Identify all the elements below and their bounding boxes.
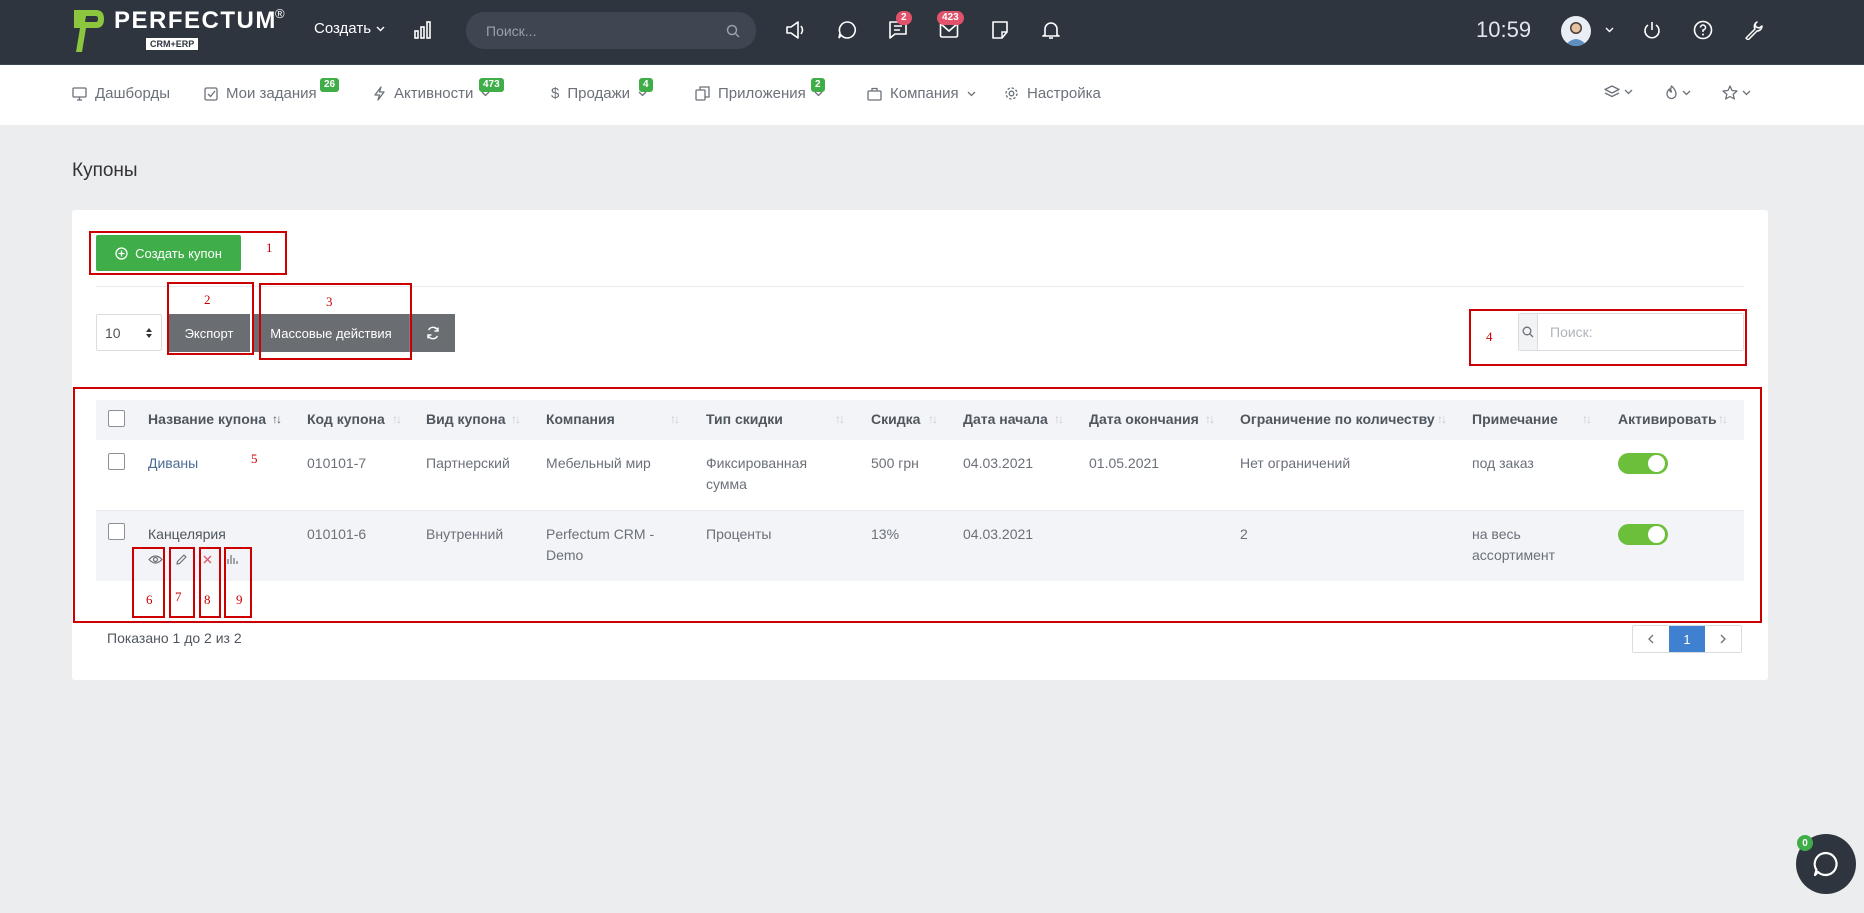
prev-page-button[interactable] <box>1633 626 1669 652</box>
refresh-button[interactable] <box>409 314 455 352</box>
nav-item-label: Дашборды <box>95 85 170 102</box>
next-page-button[interactable] <box>1705 626 1741 652</box>
chat-badge: 0 <box>1797 835 1813 851</box>
annotation-box-5 <box>73 387 1762 623</box>
checkbox-icon <box>204 86 218 101</box>
chevron-down-icon <box>1742 90 1751 95</box>
avatar[interactable] <box>1561 16 1591 46</box>
annotation-number: 6 <box>146 592 153 607</box>
sort-arrows-icon <box>146 327 152 338</box>
avatar-chevron-icon[interactable] <box>1597 18 1621 42</box>
brand-sub: CRM+ERP <box>146 38 199 50</box>
nav-badge: 26 <box>320 78 340 92</box>
nav-item-settings[interactable]: Настройка <box>1004 85 1101 102</box>
dollar-icon: $ <box>551 85 560 102</box>
nav-item-sales[interactable]: $ Продажи 4 <box>551 78 653 102</box>
chevron-down-icon <box>1682 90 1691 95</box>
layers-menu[interactable] <box>1604 85 1633 99</box>
annotation-number: 4 <box>1486 329 1493 344</box>
annotation-number: 7 <box>175 589 182 604</box>
annotation-number: 9 <box>236 592 243 607</box>
chevron-down-icon <box>967 91 976 96</box>
document-icon[interactable] <box>988 18 1012 42</box>
mail-badge: 423 <box>937 11 964 25</box>
chevron-down-icon <box>376 26 385 31</box>
chat-icon <box>1813 851 1838 877</box>
annotation-number: 2 <box>204 292 211 307</box>
fire-icon <box>1666 85 1677 100</box>
nav-item-label: Компания <box>890 85 959 102</box>
power-icon[interactable] <box>1640 18 1664 42</box>
favorites-menu[interactable] <box>1722 85 1751 100</box>
brand-logo[interactable]: PERFECTUM CRM+ERP ® <box>72 6 285 56</box>
nav-item-dashboards[interactable]: Дашборды <box>72 85 170 102</box>
page-length-select[interactable]: 10 <box>96 314 162 351</box>
messages-badge: 2 <box>896 11 912 25</box>
chevron-down-icon <box>1624 89 1633 95</box>
layers-icon <box>1604 85 1620 98</box>
nav-badge: 4 <box>639 78 653 92</box>
nav-badge: 2 <box>811 78 825 92</box>
nav-item-label: Приложения <box>718 85 806 102</box>
annotation-box-1 <box>89 231 287 275</box>
global-search[interactable] <box>466 12 756 49</box>
page-button-1[interactable]: 1 <box>1669 626 1705 652</box>
megaphone-icon[interactable] <box>784 18 808 42</box>
annotation-number: 1 <box>266 240 273 255</box>
refresh-icon <box>426 326 439 340</box>
nav-item-label: Активности <box>394 85 474 102</box>
help-icon[interactable] <box>1691 18 1715 42</box>
chevron-right-icon <box>1720 634 1726 644</box>
annotation-box-7 <box>169 547 195 618</box>
annotation-box-4 <box>1469 309 1747 366</box>
global-search-input[interactable] <box>486 22 726 39</box>
gear-icon <box>1005 87 1018 100</box>
monitor-icon <box>72 86 87 101</box>
page-length-value: 10 <box>105 324 121 341</box>
search-icon <box>726 24 740 38</box>
annotation-number: 8 <box>204 592 211 607</box>
nav-item-my-tasks[interactable]: Мои задания 26 <box>204 78 340 102</box>
nav-item-company[interactable]: Компания <box>867 85 976 102</box>
top-bar: PERFECTUM CRM+ERP ® Создать 2 423 10:59 <box>0 0 1864 65</box>
main-navigation: Дашборды Мои задания 26 Активности 473 $… <box>0 65 1864 125</box>
star-icon <box>1722 85 1738 100</box>
chevron-left-icon <box>1648 634 1654 644</box>
chat-bubble-icon[interactable] <box>835 18 859 42</box>
nav-badge: 473 <box>479 78 504 92</box>
registered-mark: ® <box>275 6 285 21</box>
annotation-number: 3 <box>326 294 333 309</box>
create-menu-label: Создать <box>314 20 372 37</box>
bolt-icon <box>374 86 385 101</box>
wrench-icon[interactable] <box>1742 18 1766 42</box>
create-menu[interactable]: Создать <box>314 20 385 37</box>
page-title: Купоны <box>72 160 138 181</box>
table-info: Показано 1 до 2 из 2 <box>107 630 242 646</box>
nav-item-activities[interactable]: Активности 473 <box>373 78 504 102</box>
nav-item-label: Мои задания <box>226 85 317 102</box>
annotation-number: 5 <box>251 451 258 466</box>
clock: 10:59 <box>1476 17 1532 42</box>
brand-name: PERFECTUM <box>114 7 277 34</box>
nav-item-label: Настройка <box>1027 85 1101 102</box>
nav-item-label: Продажи <box>567 85 630 102</box>
fire-menu[interactable] <box>1665 85 1691 100</box>
mail-icon[interactable]: 423 <box>937 11 964 42</box>
annotation-box-3 <box>259 283 412 360</box>
messages-icon[interactable]: 2 <box>886 11 912 42</box>
copy-icon <box>695 86 710 101</box>
stats-icon[interactable] <box>412 18 436 42</box>
bell-icon[interactable] <box>1039 18 1063 42</box>
annotation-box-2 <box>167 282 254 355</box>
pagination: 1 <box>1632 625 1742 653</box>
briefcase-icon <box>867 87 882 101</box>
logo-mark-icon <box>72 8 106 54</box>
nav-item-apps[interactable]: Приложения 2 <box>695 78 825 102</box>
